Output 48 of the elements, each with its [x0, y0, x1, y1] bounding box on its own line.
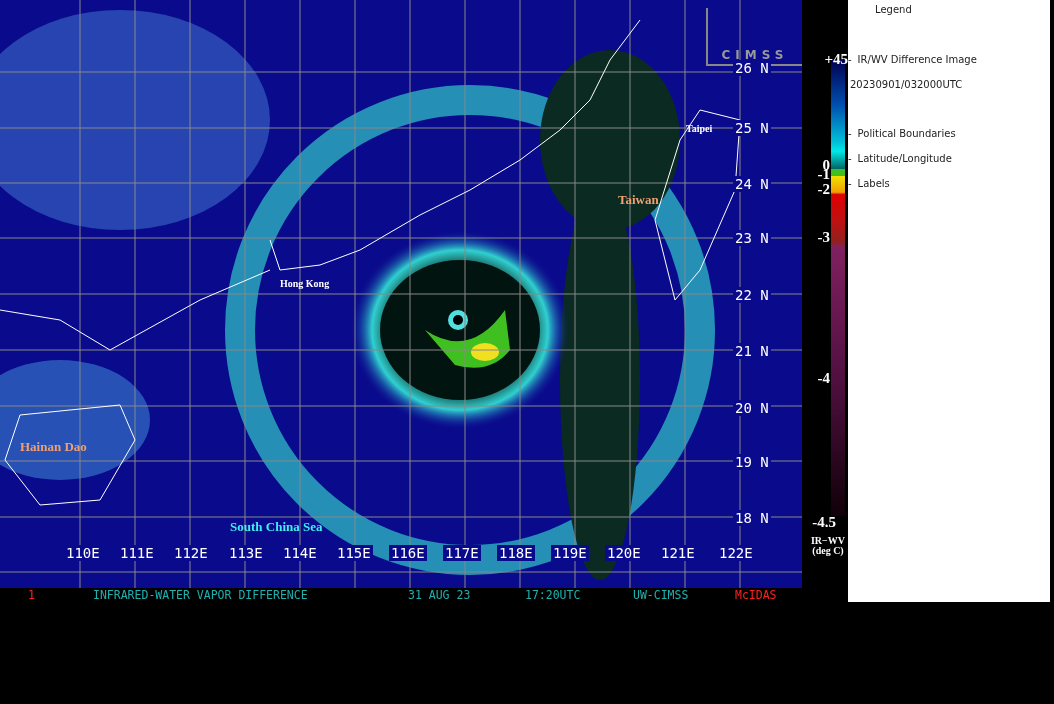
- scale-tick-label: -2: [817, 182, 830, 197]
- latitude-label: 18 N: [733, 510, 771, 526]
- scale-tick-label: -3: [817, 230, 830, 245]
- longitude-label: 117E: [443, 545, 481, 561]
- caption-text: UW-CIMSS: [633, 588, 689, 602]
- caption-text: 1: [28, 588, 35, 602]
- latitude-label: 23 N: [733, 230, 771, 246]
- legend-item: Latitude/Longitude: [857, 153, 952, 164]
- latitude-label: 19 N: [733, 454, 771, 470]
- legend-bullet: -: [848, 54, 852, 65]
- scale-unit-label: IR−WV (deg C): [809, 536, 846, 556]
- legend-bullet: -: [848, 153, 852, 164]
- latitude-label: 20 N: [733, 400, 771, 416]
- place-label: Hong Kong: [280, 278, 330, 289]
- longitude-label: 115E: [335, 545, 373, 561]
- legend-item: Political Boundaries: [857, 128, 956, 139]
- place-label: Hainan Dao: [20, 439, 87, 455]
- legend-item: Labels: [857, 178, 890, 189]
- longitude-label: 120E: [605, 545, 643, 561]
- longitude-label: 110E: [64, 545, 102, 561]
- latitude-label: 22 N: [733, 287, 771, 303]
- latitude-label: 21 N: [733, 343, 771, 359]
- place-label: South China Sea: [230, 519, 323, 535]
- longitude-label: 118E: [497, 545, 535, 561]
- place-label: Taiwan: [618, 192, 659, 208]
- longitude-label: 122E: [717, 545, 755, 561]
- legend-bullet: -: [848, 178, 852, 189]
- caption-text: 17:20UTC: [525, 588, 581, 602]
- legend-bullet: -: [848, 128, 852, 139]
- legend-item: 20230901/032000UTC: [850, 79, 963, 90]
- latitude-label: 25 N: [733, 120, 771, 136]
- caption-text: INFRARED-WATER VAPOR DIFFERENCE: [93, 588, 308, 602]
- longitude-label: 121E: [659, 545, 697, 561]
- longitude-label: 116E: [389, 545, 427, 561]
- caption-text: 31 AUG 23: [408, 588, 471, 602]
- scale-tick-label: -4: [817, 371, 830, 386]
- longitude-label: 112E: [172, 545, 210, 561]
- longitude-label: 111E: [118, 545, 156, 561]
- legend-title: Legend: [875, 4, 913, 15]
- caption-text: McIDAS: [735, 588, 777, 602]
- longitude-label: 114E: [281, 545, 319, 561]
- place-label: Taipei: [686, 123, 713, 134]
- longitude-label: 113E: [227, 545, 265, 561]
- scale-tick-label: +45: [824, 52, 848, 67]
- scale-tick-label: -4.5: [812, 515, 836, 530]
- legend-item: IR/WV Difference Image: [857, 54, 977, 65]
- latitude-label: 24 N: [733, 176, 771, 192]
- longitude-label: 119E: [551, 545, 589, 561]
